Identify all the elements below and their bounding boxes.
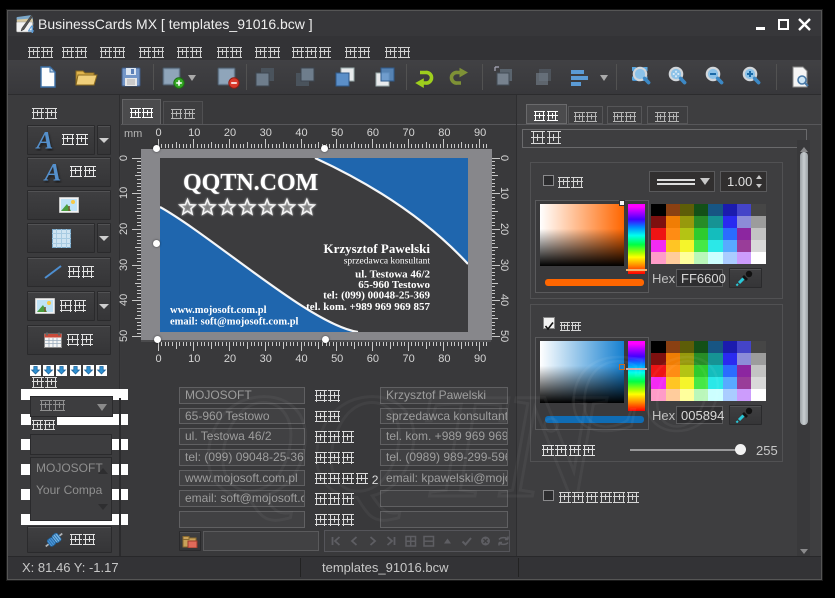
svg-text:www.mojosoft.com.pl: www.mojosoft.com.pl <box>170 305 267 316</box>
svg-text:email: soft@mojosoft.com.pl: email: soft@mojosoft.com.pl <box>170 317 299 328</box>
svg-text:tel. kom. +989 969 969 857: tel. kom. +989 969 969 857 <box>306 301 430 313</box>
svg-text:A: A <box>43 162 62 183</box>
svg-text:A: A <box>35 130 54 151</box>
svg-text:Krzysztof Pawelski: Krzysztof Pawelski <box>323 241 430 256</box>
svg-text:QQTN.COM: QQTN.COM <box>183 170 318 196</box>
svg-text:tel: (099) 00048-25-369: tel: (099) 00048-25-369 <box>323 290 430 302</box>
svg-text:sprzedawca konsultant: sprzedawca konsultant <box>344 257 431 267</box>
svg-text:4: 4 <box>28 24 35 34</box>
